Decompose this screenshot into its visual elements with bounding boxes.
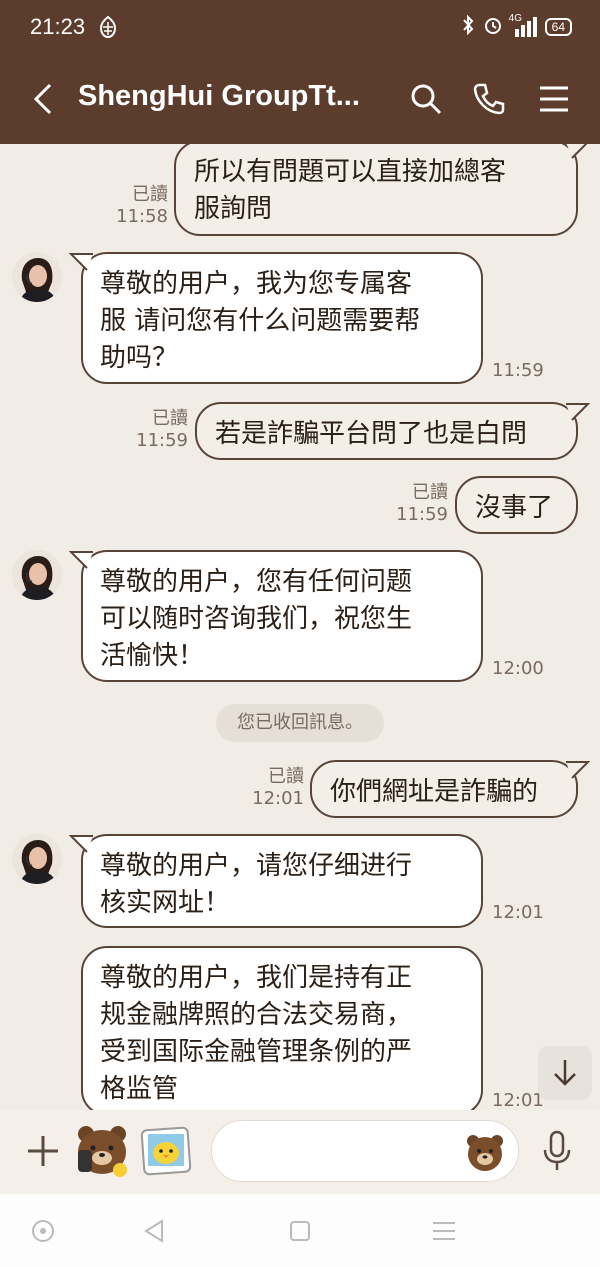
unsent-notice: 您已收回訊息。 (216, 704, 384, 742)
status-icons: 4G 64 (461, 13, 572, 39)
back-icon[interactable] (30, 82, 56, 116)
message-input[interactable] (211, 1120, 519, 1182)
network-type: 4G (508, 13, 522, 24)
bubble-tail (566, 761, 590, 779)
read-receipt: 已讀 (412, 482, 448, 503)
message-bubble-outgoing[interactable]: 所以有問題可以直接加總客 服詢問 (174, 144, 588, 236)
battery-indicator: 64 (544, 18, 572, 36)
message-time: 11:58 (116, 206, 168, 227)
agent-avatar[interactable] (12, 834, 62, 884)
emoji-bear-icon[interactable] (464, 1131, 506, 1173)
sticker-chick-icon[interactable] (140, 1124, 192, 1178)
home-nav-icon[interactable] (285, 1216, 315, 1246)
chat-area[interactable]: 已讀 11:58 所以有問題可以直接加總客 服詢問 尊敬的用户，我为您专属客 服… (0, 144, 600, 1110)
message-line: 可以随时咨询我们，祝您生 (100, 604, 413, 634)
chat-title: ShengHui GroupTt... (78, 80, 360, 112)
message-line: 受到国际金融管理条例的严 (100, 1037, 413, 1067)
arrow-down-icon (554, 1060, 576, 1086)
phone-icon[interactable] (472, 82, 506, 116)
read-receipt: 已讀 (268, 766, 304, 787)
message-time: 12:00 (492, 658, 544, 679)
message-line: 格监管 (100, 1074, 179, 1104)
microphone-icon[interactable] (540, 1130, 574, 1172)
bubble-tail (69, 835, 93, 853)
message-bubble-incoming[interactable]: 尊敬的用户，请您仔细进行 核实网址！ (69, 834, 483, 928)
bubble-tail (566, 403, 590, 421)
message-meta: 已讀 11:59 (392, 482, 448, 526)
message-bubble-incoming[interactable]: 尊敬的用户，您有任何问题 可以随时咨询我们，祝您生 活愉快！ (69, 550, 483, 682)
system-nav-bar (0, 1194, 600, 1267)
message-bubble-outgoing[interactable]: 若是詐騙平台問了也是白問 (195, 402, 590, 460)
message-line: 助吗？ (100, 343, 179, 373)
message-meta: 已讀 11:58 (112, 184, 168, 228)
message-time: 11:59 (396, 504, 448, 525)
chat-header: ShengHui GroupTt... (0, 54, 600, 144)
recents-nav-icon[interactable] (429, 1216, 459, 1246)
bluetooth-icon (461, 14, 475, 39)
sticker-brown-bear-icon[interactable] (72, 1120, 132, 1180)
message-line: 尊敬的用户，请您仔细进行 (100, 851, 413, 881)
assistant-nav-icon[interactable] (28, 1216, 58, 1246)
agent-avatar[interactable] (12, 550, 62, 600)
message-line: 尊敬的用户，我为您专属客 (100, 269, 413, 299)
message-line: 尊敬的用户，您有任何问题 (100, 567, 413, 597)
bubble-tail (69, 551, 93, 569)
agent-avatar-image (12, 834, 62, 884)
menu-icon[interactable] (537, 82, 571, 116)
bubble-tail (69, 253, 93, 271)
message-line: 所以有問題可以直接加總客 (194, 157, 507, 187)
read-receipt: 已讀 (152, 408, 188, 429)
search-icon[interactable] (409, 82, 443, 116)
message-meta: 已讀 12:01 (248, 766, 304, 810)
agent-avatar[interactable] (12, 252, 62, 302)
message-time: 12:01 (492, 1090, 544, 1110)
read-receipt: 已讀 (132, 184, 168, 205)
message-line: 活愉快！ (100, 641, 205, 671)
hop-icon (99, 16, 117, 38)
message-time: 11:59 (492, 360, 544, 381)
scroll-to-bottom-button[interactable] (538, 1046, 592, 1100)
status-bar: 21:23 4G 64 (0, 0, 600, 54)
message-bubble-incoming[interactable]: 尊敬的用户，我为您专属客 服 请问您有什么问题需要帮 助吗？ (69, 252, 483, 384)
message-bubble-outgoing[interactable]: 沒事了 (455, 476, 578, 534)
message-line: 规金融牌照的合法交易商， (100, 1000, 413, 1030)
plus-icon[interactable] (26, 1134, 60, 1168)
message-bubble-outgoing[interactable]: 你們網址是詐騙的 (310, 760, 590, 818)
alarm-icon (483, 15, 503, 39)
message-line: 尊敬的用户，我们是持有正 (100, 963, 413, 993)
agent-avatar-image (12, 252, 62, 302)
message-time: 11:59 (136, 430, 188, 451)
message-line: 若是詐騙平台問了也是白問 (215, 419, 528, 449)
message-line: 沒事了 (475, 493, 554, 523)
agent-avatar-image (12, 550, 62, 600)
message-line: 服詢問 (194, 194, 273, 224)
bubble-tail (566, 144, 588, 159)
message-line: 核实网址！ (100, 888, 231, 918)
message-line: 你們網址是詐騙的 (330, 777, 539, 807)
signal-icon: 4G (509, 13, 537, 37)
message-time: 12:01 (492, 902, 544, 923)
message-bubble-incoming[interactable]: 尊敬的用户，我们是持有正 规金融牌照的合法交易商， 受到国际金融管理条例的严 格… (81, 946, 483, 1110)
message-meta: 已讀 11:59 (132, 408, 188, 452)
status-time: 21:23 (30, 14, 86, 39)
message-time: 12:01 (252, 788, 304, 809)
back-nav-icon[interactable] (140, 1216, 170, 1246)
message-line: 服 请问您有什么问题需要帮 (100, 306, 421, 336)
input-bar (0, 1110, 600, 1194)
